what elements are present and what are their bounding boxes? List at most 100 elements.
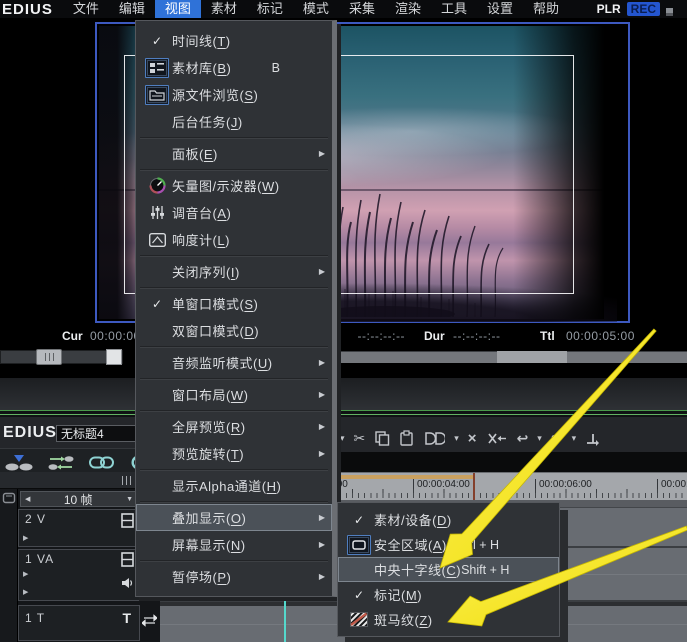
- menu-item-onscreen-display[interactable]: 屏幕显示(N) ▶: [136, 531, 332, 558]
- menubar-item-10[interactable]: 帮助: [523, 0, 569, 18]
- menu-item-close-sequence[interactable]: 关闭序列(I) ▶: [136, 258, 332, 285]
- menu-item-safe-area[interactable]: 安全区域(A) Ctrl + H: [338, 532, 559, 557]
- overlay-display-submenu: ✓ 素材/设备(D) 安全区域(A) Ctrl + H 中央十字线(C) Shift + …: [337, 502, 560, 637]
- expand-icon[interactable]: ▶: [23, 534, 28, 542]
- timescale-selector[interactable]: ◀ 10 帧 ▼: [20, 491, 138, 507]
- insert-between-icon[interactable]: [423, 431, 446, 446]
- menu-item-zebra[interactable]: 斑马纹(Z): [338, 607, 559, 632]
- menubar-item-4[interactable]: 标记: [247, 0, 293, 18]
- menu-item-label: 安全区域(A): [374, 538, 447, 553]
- shuttle-handle[interactable]: [36, 349, 62, 365]
- menubar-item-5[interactable]: 模式: [293, 0, 339, 18]
- plr-indicator[interactable]: PLR: [597, 2, 621, 16]
- sequence-name-input[interactable]: [56, 425, 136, 442]
- expand-icon[interactable]: ▶: [23, 588, 28, 596]
- menu-item-label: 全屏预览(R): [172, 420, 246, 435]
- zebra-icon: [344, 612, 374, 627]
- menu-item-marker[interactable]: ✓ 标记(M): [338, 582, 559, 607]
- menu-item-label: 时间线(T): [172, 34, 231, 49]
- menubar-item-2[interactable]: 视图: [154, 0, 201, 18]
- redo-icon[interactable]: ↪: [551, 430, 563, 447]
- menu-item-bin[interactable]: 素材库(B) B: [136, 54, 332, 81]
- loop-playback-mode-icon[interactable]: [88, 454, 115, 471]
- mixer-icon: [142, 205, 172, 220]
- menubar-item-6[interactable]: 采集: [339, 0, 385, 18]
- menu-item-palette[interactable]: 面板(E) ▶: [136, 140, 332, 167]
- submenu-arrow-icon: ▶: [318, 540, 325, 549]
- paste-icon[interactable]: [399, 430, 414, 446]
- track-header-2v[interactable]: 2 V ▶: [18, 509, 140, 547]
- menu-bar: EDIUS 文件 编辑 视图 素材 标记 模式 采集 渲染 工具 设置 帮助 PLR REC: [0, 0, 687, 18]
- panel-grip-icon[interactable]: [122, 476, 134, 485]
- shuttle-end-button[interactable]: [106, 349, 122, 365]
- dropdown-icon[interactable]: ▾: [537, 433, 542, 444]
- menu-item-audio-monitoring-mode[interactable]: 音频监听模式(U) ▶: [136, 349, 332, 376]
- timeline-window-title: EDIUS: [3, 424, 57, 441]
- track-header-1va[interactable]: 1 VA ▶ ▶: [18, 549, 140, 601]
- speaker-icon[interactable]: [121, 576, 134, 594]
- menu-item-label: 叠加显示(O): [172, 511, 247, 526]
- dropdown-icon[interactable]: ▾: [572, 433, 577, 444]
- menu-item-vectorscope[interactable]: 矢量图/示波器(W): [136, 172, 332, 199]
- ttl-value: 00:00:05:00: [566, 329, 635, 343]
- title-track-icon: T: [122, 610, 131, 626]
- view-menu: ✓ 时间线(T) 素材库(B) B 源文件浏览(S) 后台任务(J) 面板(E) ▶ 矢量图/示…: [135, 20, 337, 597]
- menu-shortcut: Ctrl + H: [456, 537, 499, 552]
- undo-icon[interactable]: ↩: [517, 430, 529, 447]
- dur-label: Dur: [424, 329, 445, 343]
- expand-icon[interactable]: ▶: [23, 570, 28, 578]
- position-slider-handle[interactable]: [497, 351, 567, 363]
- menubar-item-0[interactable]: 文件: [63, 0, 109, 18]
- timecode-row: Cur 00:00:00:00 --:--:--:-- Dur --:--:--…: [0, 326, 687, 346]
- submenu-arrow-icon: ▶: [318, 572, 325, 581]
- timescale-dropdown-icon[interactable]: ▼: [126, 496, 133, 503]
- menu-item-label: 显示Alpha通道(H): [172, 479, 282, 494]
- menu-item-dual-window-mode[interactable]: 双窗口模式(D): [136, 317, 332, 344]
- menu-item-label: 素材/设备(D): [374, 513, 452, 528]
- delete-icon[interactable]: ×: [468, 430, 477, 447]
- track-header-1t[interactable]: 1 T T: [18, 605, 140, 641]
- menu-item-preview-rotation[interactable]: 预览旋转(T) ▶: [136, 440, 332, 467]
- menu-item-pause-field[interactable]: 暂停场(P) ▶: [136, 563, 332, 590]
- menu-item-audio-mixer[interactable]: 调音台(A): [136, 199, 332, 226]
- menu-item-background-jobs[interactable]: 后台任务(J): [136, 108, 332, 135]
- ripple-mode-icon[interactable]: [47, 454, 75, 472]
- menubar-item-8[interactable]: 工具: [431, 0, 477, 18]
- swap-icon[interactable]: [141, 614, 158, 632]
- menu-item-show-alpha-channel[interactable]: 显示Alpha通道(H): [136, 472, 332, 499]
- cut-icon[interactable]: ✂: [354, 430, 366, 447]
- insert-overwrite-mode-icon[interactable]: [4, 453, 34, 472]
- app-logo: EDIUS: [2, 0, 53, 18]
- menu-item-label: 音频监听模式(U): [172, 356, 273, 371]
- menubar-item-9[interactable]: 设置: [477, 0, 523, 18]
- rec-indicator[interactable]: REC: [626, 2, 660, 16]
- submenu-arrow-icon: ▶: [318, 358, 325, 367]
- menu-item-source-browser[interactable]: 源文件浏览(S): [136, 81, 332, 108]
- timescale-icon: [2, 491, 16, 510]
- menu-item-single-window-mode[interactable]: ✓ 单窗口模式(S): [136, 290, 332, 317]
- dropdown-icon[interactable]: ▾: [340, 433, 345, 444]
- menu-item-label: 暂停场(P): [172, 570, 232, 585]
- cur-label: Cur: [62, 329, 83, 343]
- ripple-delete-icon[interactable]: [486, 431, 508, 446]
- menu-item-overlay-display[interactable]: 叠加显示(O) ▶: [136, 504, 332, 531]
- menubar-item-1[interactable]: 编辑: [109, 0, 155, 18]
- menu-item-center-crosshair[interactable]: 中央十字线(C) Shift + H: [338, 557, 559, 582]
- menu-item-window-layout[interactable]: 窗口布局(W) ▶: [136, 381, 332, 408]
- trim-icon[interactable]: [585, 431, 600, 446]
- safe-area-icon: [344, 534, 374, 555]
- track-name: 1 T: [25, 611, 46, 625]
- check-icon: ✓: [353, 587, 365, 602]
- menu-items: 文件 编辑 视图 素材 标记 模式 采集 渲染 工具 设置 帮助: [63, 0, 569, 18]
- menubar-item-3[interactable]: 素材: [201, 0, 247, 18]
- menubar-item-7[interactable]: 渲染: [385, 0, 431, 18]
- copy-icon[interactable]: [374, 430, 390, 446]
- video-track-icon: [121, 552, 134, 572]
- menu-item-fullscreen-preview[interactable]: 全屏预览(R) ▶: [136, 413, 332, 440]
- dropdown-icon[interactable]: ▾: [454, 433, 459, 444]
- menu-item-loudness-meter[interactable]: 响度计(L): [136, 226, 332, 253]
- window-control-icon[interactable]: [666, 8, 673, 16]
- menu-item-label: 矢量图/示波器(W): [172, 179, 280, 194]
- menu-item-timeline[interactable]: ✓ 时间线(T): [136, 27, 332, 54]
- menu-item-clip-device[interactable]: ✓ 素材/设备(D): [338, 507, 559, 532]
